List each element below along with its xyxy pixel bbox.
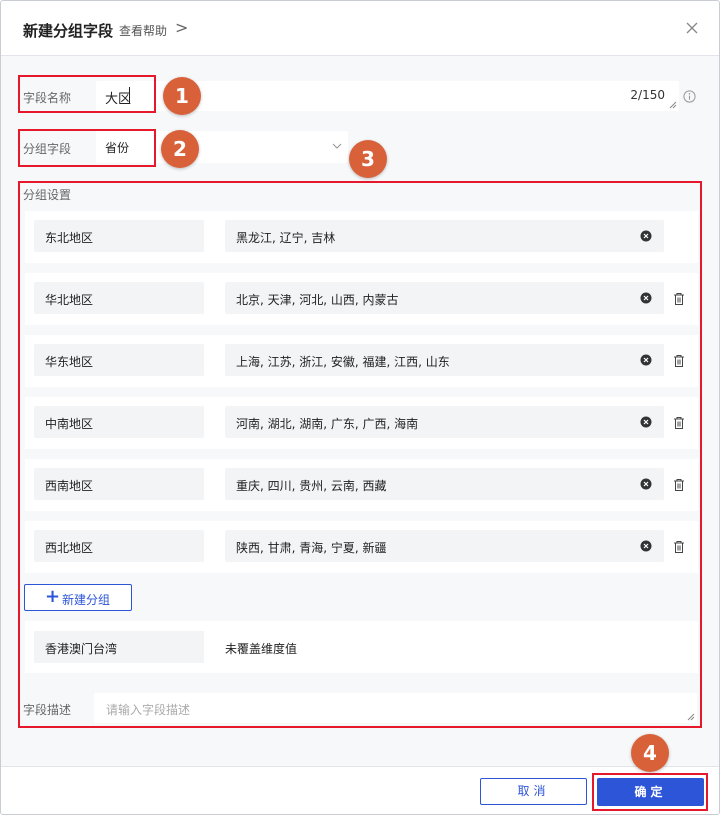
plus-icon: +: [45, 586, 61, 607]
group-row: 中南地区 河南, 湖北, 湖南, 广东, 广西, 海南: [25, 397, 698, 449]
group-values-text: 北京, 天津, 河北, 山西, 内蒙古: [236, 293, 399, 307]
group-values-text: 上海, 江苏, 浙江, 安徽, 福建, 江西, 山东: [236, 355, 450, 369]
group-name-input[interactable]: 华东地区: [34, 344, 204, 376]
group-values-text: 陕西, 甘肃, 青海, 宁夏, 新疆: [236, 541, 387, 555]
close-icon[interactable]: [685, 21, 699, 35]
chevron-down-icon: [332, 143, 342, 149]
group-values-text: 黑龙江, 辽宁, 吉林: [236, 231, 336, 245]
group-name-input[interactable]: 华北地区: [34, 282, 204, 314]
group-values-text: 河南, 湖北, 湖南, 广东, 广西, 海南: [236, 417, 419, 431]
group-values-select[interactable]: 黑龙江, 辽宁, 吉林: [225, 220, 664, 252]
group-field-label: 分组字段: [23, 142, 72, 156]
resize-handle-icon[interactable]: [687, 713, 695, 721]
dialog-title: 新建分组字段: [23, 22, 114, 40]
text-caret: [129, 87, 130, 104]
group-name-text: 中南地区: [45, 417, 94, 431]
group-row: 华北地区 北京, 天津, 河北, 山西, 内蒙古: [25, 273, 698, 325]
step-badge-4: 4: [631, 734, 669, 772]
group-name-text: 华东地区: [45, 355, 94, 369]
group-name-text: 东北地区: [45, 231, 94, 245]
step-badge-1: 1: [163, 77, 201, 115]
char-counter: 2/150: [630, 88, 665, 102]
trash-icon[interactable]: [673, 478, 685, 492]
field-name-value: 大区: [105, 92, 132, 107]
trash-icon[interactable]: [673, 354, 685, 368]
clear-icon[interactable]: [640, 478, 652, 490]
group-row: 西南地区 重庆, 四川, 贵州, 云南, 西藏: [25, 459, 698, 511]
group-row: 华东地区 上海, 江苏, 浙江, 安徽, 福建, 江西, 山东: [25, 335, 698, 387]
new-group-button[interactable]: + 新建分组: [24, 584, 132, 611]
new-group-field-dialog: 新建分组字段 查看帮助 > 字段名称 大区 2/150 分组字段 省份 分组设置…: [0, 0, 720, 815]
group-name-input[interactable]: 中南地区: [34, 406, 204, 438]
group-values-select[interactable]: 上海, 江苏, 浙江, 安徽, 福建, 江西, 山东: [225, 344, 664, 376]
help-link[interactable]: 查看帮助: [119, 22, 167, 39]
clear-icon[interactable]: [640, 540, 652, 552]
group-values-select[interactable]: 重庆, 四川, 贵州, 云南, 西藏: [225, 468, 664, 500]
trash-icon[interactable]: [673, 292, 685, 306]
group-name-input[interactable]: 西北地区: [34, 530, 204, 562]
clear-icon[interactable]: [640, 292, 652, 304]
group-name-input[interactable]: 东北地区: [34, 220, 204, 252]
help-chevron-icon[interactable]: >: [175, 20, 188, 36]
dialog-header: 新建分组字段 查看帮助 >: [1, 1, 719, 56]
uncovered-value: 未覆盖维度值: [225, 642, 298, 656]
group-values-select[interactable]: 陕西, 甘肃, 青海, 宁夏, 新疆: [225, 530, 664, 562]
confirm-button[interactable]: 确定: [597, 778, 704, 806]
group-values-select[interactable]: 北京, 天津, 河北, 山西, 内蒙古: [225, 282, 664, 314]
group-row: 西北地区 陕西, 甘肃, 青海, 宁夏, 新疆: [25, 521, 698, 573]
clear-icon[interactable]: [640, 230, 652, 242]
info-icon[interactable]: [683, 90, 696, 103]
group-field-select[interactable]: 省份: [96, 131, 348, 163]
clear-icon[interactable]: [640, 416, 652, 428]
group-name-text: 西北地区: [45, 541, 94, 555]
group-values-text: 重庆, 四川, 贵州, 云南, 西藏: [236, 479, 387, 493]
group-settings-label: 分组设置: [23, 188, 72, 202]
uncovered-name-text: 香港澳门台湾: [45, 642, 118, 656]
uncovered-name-input[interactable]: 香港澳门台湾: [34, 631, 204, 663]
description-input[interactable]: 请输入字段描述: [94, 693, 697, 723]
group-values-select[interactable]: 河南, 湖北, 湖南, 广东, 广西, 海南: [225, 406, 664, 438]
trash-icon[interactable]: [673, 416, 685, 430]
uncovered-row: 香港澳门台湾 未覆盖维度值: [25, 621, 698, 673]
field-name-label: 字段名称: [23, 91, 72, 105]
group-name-text: 华北地区: [45, 293, 94, 307]
group-field-value: 省份: [105, 141, 130, 155]
group-row: 东北地区 黑龙江, 辽宁, 吉林: [25, 211, 698, 263]
step-badge-2: 2: [161, 130, 199, 168]
new-group-label: 新建分组: [62, 593, 111, 607]
description-label: 字段描述: [23, 703, 72, 717]
trash-icon[interactable]: [673, 540, 685, 554]
group-name-text: 西南地区: [45, 479, 94, 493]
resize-handle-icon[interactable]: [669, 101, 677, 109]
cancel-button[interactable]: 取消: [480, 778, 587, 805]
clear-icon[interactable]: [640, 354, 652, 366]
description-placeholder: 请输入字段描述: [106, 703, 191, 717]
group-name-input[interactable]: 西南地区: [34, 468, 204, 500]
step-badge-3: 3: [349, 140, 387, 178]
